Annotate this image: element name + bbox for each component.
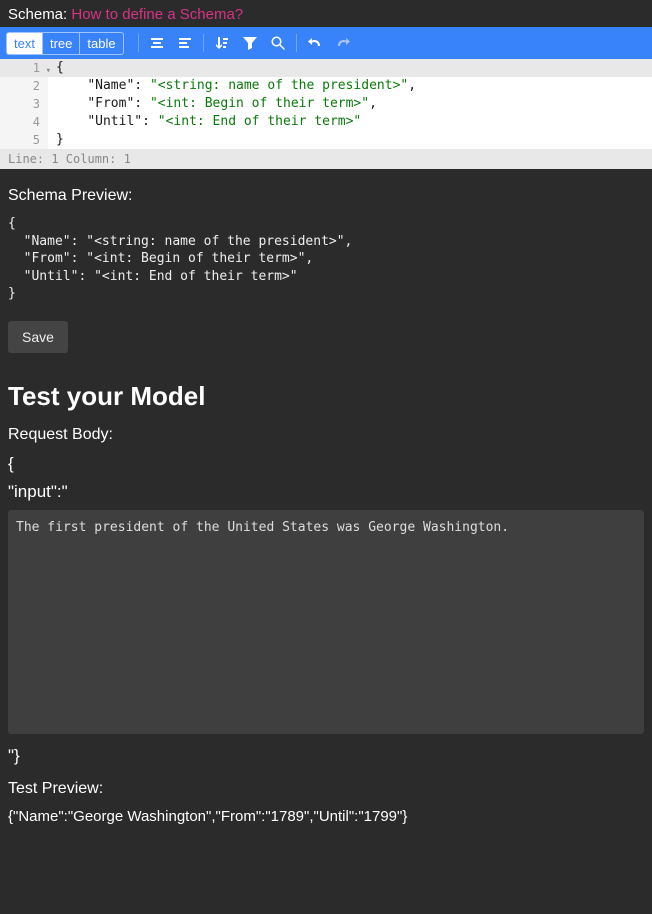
redo-icon: [329, 29, 357, 57]
line-number: 2: [0, 77, 48, 95]
format-icon[interactable]: [143, 29, 171, 57]
toolbar-separator: [296, 34, 297, 52]
editor-line: 5 }: [0, 131, 652, 149]
test-preview-label: Test Preview:: [8, 780, 644, 798]
schema-help-link[interactable]: How to define a Schema?: [71, 6, 243, 23]
line-number: 4: [0, 113, 48, 131]
test-preview-content: {"Name":"George Washington","From":"1789…: [8, 808, 644, 825]
editor-toolbar: text tree table: [0, 27, 652, 59]
line-number: 5: [0, 131, 48, 149]
line-number: 3: [0, 95, 48, 113]
request-body-label: Request Body:: [8, 426, 644, 444]
sort-icon[interactable]: [208, 29, 236, 57]
schema-label: Schema:: [8, 6, 71, 23]
test-heading: Test your Model: [8, 381, 644, 412]
compact-icon[interactable]: [171, 29, 199, 57]
editor-status-bar: Line: 1 Column: 1: [0, 149, 652, 169]
schema-header: Schema: How to define a Schema?: [0, 0, 652, 27]
save-button[interactable]: Save: [8, 321, 68, 353]
editor-line: 3 "From": "<int: Begin of their term>",: [0, 95, 652, 113]
json-close: "}: [8, 746, 644, 766]
editor-line: 4 "Until": "<int: End of their term>": [0, 113, 652, 131]
filter-icon[interactable]: [236, 29, 264, 57]
toolbar-separator: [203, 34, 204, 52]
line-number: 1▾: [0, 59, 48, 77]
search-icon[interactable]: [264, 29, 292, 57]
mode-tree-button[interactable]: tree: [43, 33, 80, 54]
json-editor[interactable]: 1▾ { 2 "Name": "<string: name of the pre…: [0, 59, 652, 149]
schema-preview-label: Schema Preview:: [8, 187, 644, 205]
toolbar-separator: [138, 34, 139, 52]
editor-line: 2 "Name": "<string: name of the presiden…: [0, 77, 652, 95]
mode-text-button[interactable]: text: [7, 33, 43, 54]
mode-switcher: text tree table: [6, 32, 124, 55]
input-textarea[interactable]: The first president of the United States…: [8, 510, 644, 734]
json-open-brace: {: [8, 454, 644, 474]
input-key-label: "input":": [8, 482, 644, 502]
undo-icon[interactable]: [301, 29, 329, 57]
editor-line: 1▾ {: [0, 59, 652, 77]
schema-preview-content: { "Name": "<string: name of the presiden…: [8, 215, 644, 303]
mode-table-button[interactable]: table: [80, 33, 122, 54]
